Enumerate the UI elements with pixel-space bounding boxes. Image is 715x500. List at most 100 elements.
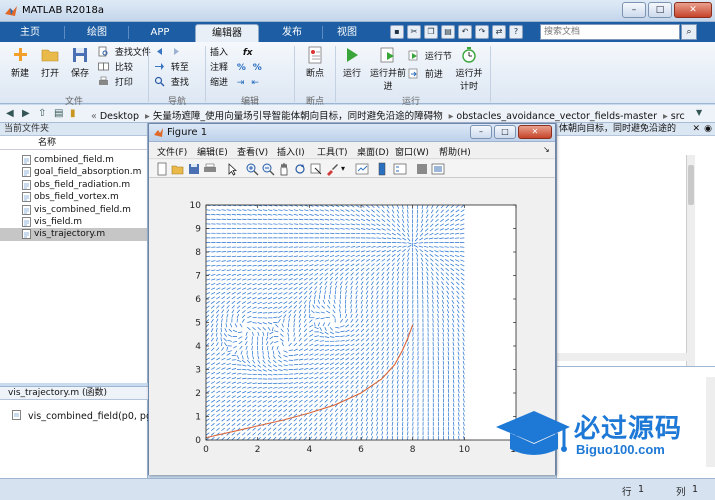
show-plot-tools-icon[interactable] [431,162,445,176]
new-button[interactable]: 新建 [6,46,34,79]
find-button[interactable]: 查找 [154,76,189,90]
compare-button[interactable]: 比较 [98,61,133,75]
save-icon[interactable]: ▪ [390,25,404,39]
tab-apps[interactable]: APP [130,24,190,42]
details-header[interactable]: vis_trajectory.m (函数) [0,386,148,400]
breadcrumb-segment[interactable]: 矢量场遮障_使用向量场引导智能体朝向目标，同时避免沿途的障碍物 [153,111,443,122]
breadcrumb[interactable]: «Desktop ▸ 矢量场遮障_使用向量场引导智能体朝向目标，同时避免沿途的障碍… [88,108,685,122]
fx-button[interactable]: fx [243,48,253,58]
tab-editor[interactable]: 编辑器 [195,24,259,42]
menu-tools[interactable]: 工具(T) [317,145,348,158]
menu-help[interactable]: 帮助(H) [439,145,471,158]
figure-title-bar[interactable]: Figure 1 – □ ✕ [149,124,555,142]
address-bar: ◀ ▶ ⇧ ▤ ▮ «Desktop ▸ 矢量场遮障_使用向量场引导智能体朝向目标… [0,105,715,123]
paste-icon[interactable]: ▤ [441,25,455,39]
function-signature[interactable]: vis_combined_field(p0, pg, ls [12,410,166,422]
pan-hand-icon[interactable] [277,162,291,176]
tab-view[interactable]: 视图 [324,24,370,42]
switch-window-icon[interactable]: ⇄ [492,25,506,39]
cut-icon[interactable]: ✂ [407,25,421,39]
command-window-scrollbar[interactable] [706,377,715,467]
forward-icon[interactable]: ▶ [22,108,30,119]
chevron-down-icon[interactable]: ▾ [341,162,355,176]
file-item[interactable]: combined_field.m [0,154,147,166]
pointer-icon[interactable] [225,162,239,176]
find-files-button[interactable]: 查找文件 [98,46,151,60]
zoom-in-icon[interactable] [245,162,259,176]
command-window-area[interactable] [557,366,715,478]
column-header-name[interactable]: 名称 [0,136,147,150]
file-item[interactable]: obs_field_vortex.m [0,191,147,203]
hide-plot-tools-icon[interactable] [415,162,429,176]
figure-maximize-button[interactable]: □ [494,125,516,139]
tab-home[interactable]: 主页 [4,24,56,42]
figure-close-button[interactable]: ✕ [518,125,552,139]
breadcrumb-segment[interactable]: obstacles_avoidance_vector_fields-master [456,111,657,122]
back-forward-buttons[interactable] [154,46,185,60]
breakpoints-button[interactable]: 断点 [300,46,330,79]
run-and-time-button[interactable]: 运行并计时 [452,46,486,92]
breadcrumb-segment[interactable]: src [671,111,685,122]
save-figure-icon[interactable] [187,162,201,176]
maximize-button[interactable]: □ [648,2,672,18]
file-item[interactable]: vis_combined_field.m [0,204,147,216]
search-icon[interactable]: ⌕ [681,24,697,40]
copy-icon[interactable]: ❐ [424,25,438,39]
tab-plots[interactable]: 绘图 [66,24,128,42]
close-button[interactable]: ✕ [674,2,712,18]
data-cursor-icon[interactable] [309,162,323,176]
advance-button[interactable]: 前进 [408,68,443,82]
menu-insert[interactable]: 插入(I) [277,145,305,158]
open-file-icon[interactable] [171,162,185,176]
print-button[interactable]: 打印 [98,76,133,90]
file-item[interactable]: goal_field_absorption.m [0,166,147,178]
search-input[interactable]: 搜索文档 [540,24,680,40]
panel-menu-icon[interactable]: ◉ [704,123,712,135]
rotate-3d-icon[interactable] [293,162,307,176]
scroll-thumb[interactable] [688,165,694,205]
quiver-plot[interactable]: 0 2 4 6 8 10 12012345678910 [149,179,555,475]
colorbar-icon[interactable] [375,162,389,176]
brush-icon[interactable] [325,162,339,176]
undo-icon[interactable]: ↶ [458,25,472,39]
menu-file[interactable]: 文件(F) [157,145,187,158]
run-and-advance-button[interactable]: 运行并前进 [370,46,406,92]
open-button[interactable]: 打开 [36,46,64,79]
up-folder-icon[interactable]: ⇧ [38,108,46,119]
figure-window[interactable]: Figure 1 – □ ✕ 文件(F) 编辑(E) 查看(V) 插入(I) 工… [148,123,556,475]
dock-arrow-icon[interactable]: ↘ [543,145,550,154]
editor-vertical-scrollbar[interactable] [686,155,695,380]
file-item[interactable]: vis_field.m [0,216,147,228]
breadcrumb-segment[interactable]: Desktop [100,111,139,122]
run-button[interactable]: 运行 [338,46,366,79]
menu-desktop[interactable]: 桌面(D) [357,145,389,158]
help-icon[interactable]: ? [509,25,523,39]
chevron-down-icon[interactable]: ▼ [696,108,702,117]
insert-button[interactable]: 插入 fx [210,46,253,60]
figure-plot-area[interactable]: 0 2 4 6 8 10 12 0 1 2 3 4 5 6 7 8 9 10 [149,179,555,475]
file-item-selected[interactable]: vis_trajectory.m [0,228,147,241]
browse-folder-icon[interactable]: ▤ [54,108,63,119]
redo-icon[interactable]: ↷ [475,25,489,39]
tab-publish[interactable]: 发布 [262,24,322,42]
run-section-button[interactable]: 运行节 [408,50,452,64]
close-tab-icon[interactable]: ✕ [692,123,700,135]
back-icon[interactable]: ◀ [6,108,14,119]
figure-minimize-button[interactable]: – [470,125,492,139]
save-button[interactable]: 保存 [66,46,94,79]
comment-button[interactable]: 注释 % % [210,61,262,75]
minimize-button[interactable]: – [622,2,646,18]
link-plot-icon[interactable] [355,162,369,176]
menu-edit[interactable]: 编辑(E) [197,145,228,158]
menu-window[interactable]: 窗口(W) [395,145,429,158]
print-figure-icon[interactable] [203,162,217,176]
new-figure-icon[interactable] [155,162,169,176]
menu-view[interactable]: 查看(V) [237,145,268,158]
indent-button[interactable]: 缩进 ⇥ ⇤ [210,76,259,90]
file-item[interactable]: obs_field_radiation.m [0,179,147,191]
zoom-out-icon[interactable] [261,162,275,176]
editor-horizontal-scrollbar[interactable] [557,353,687,361]
goto-button[interactable]: 转至 [154,61,189,75]
editor-tab[interactable]: 体朝向目标，同时避免沿途的 ✕ ◉ [557,123,715,136]
legend-icon[interactable] [393,162,407,176]
